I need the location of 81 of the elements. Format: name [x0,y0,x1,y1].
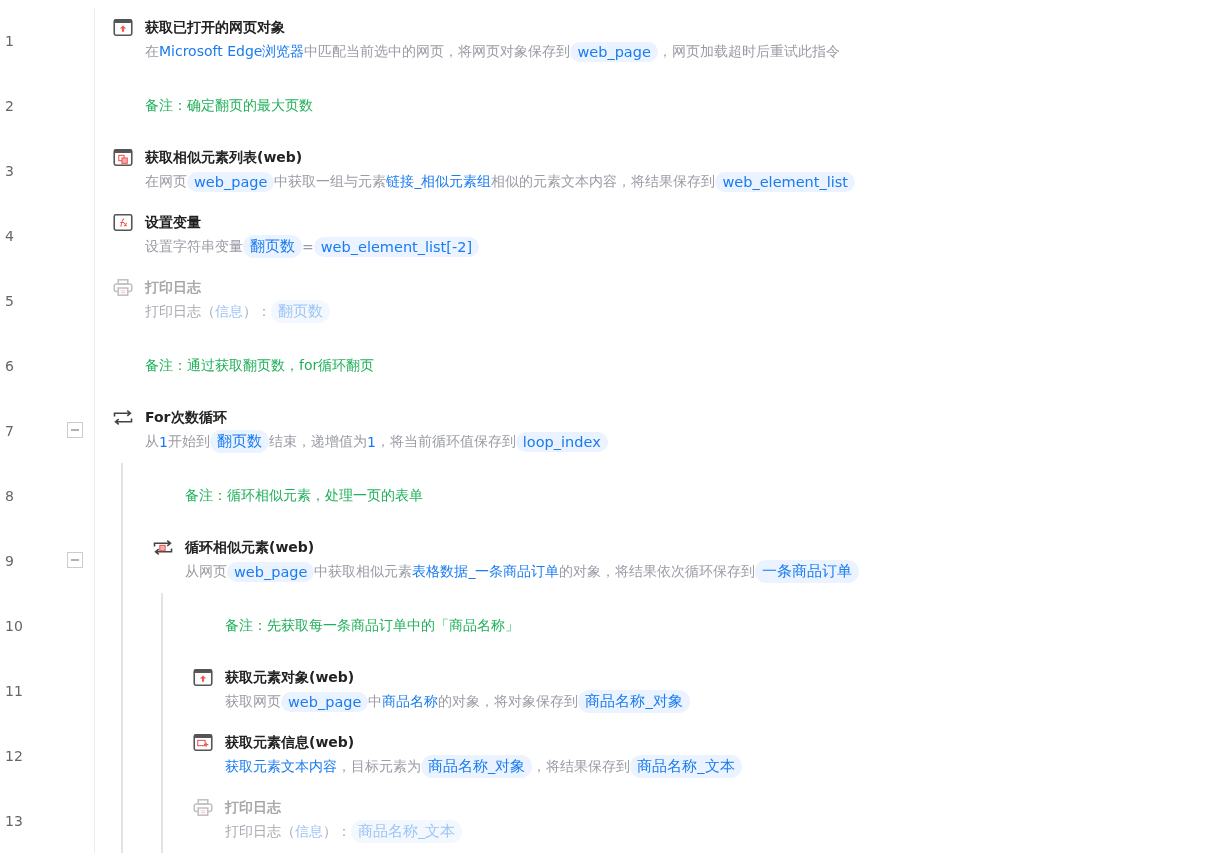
line-number: 3 [5,162,14,179]
printer-icon [113,279,133,296]
description-text: 在 [145,42,159,61]
description-text: = [302,238,314,255]
parameter-link[interactable]: 链接_相似元素组 [386,172,492,191]
step-title: 获取已打开的网页对象 [145,18,285,37]
line-number: 5 [5,292,14,309]
description-text: 中匹配当前选中的网页，将网页对象保存到 [304,42,571,61]
description-text: 的对象，将结果依次循环保存到 [559,562,756,581]
line-number: 6 [5,357,14,374]
description-text: ）： [323,822,351,841]
variable-tag[interactable]: 商品名称_文本 [630,755,742,778]
browser-window-icon [193,669,213,686]
description-text: 相似的元素文本内容，将结果保存到 [491,172,716,191]
line-number: 12 [5,747,23,764]
description-text: ）： [243,302,271,321]
step-title: 获取元素对象(web) [225,668,355,687]
description-text: 打印日志（ [145,302,215,321]
step-title: 打印日志 [145,278,201,297]
window-squares-icon [113,149,133,166]
description-text: 从 [145,432,159,451]
description-text: ，网页加载超时后重试此指令 [657,42,840,61]
line-number: 11 [5,682,23,699]
description-text: 中 [368,692,383,711]
loop-arrows-icon [113,409,133,426]
parameter-link[interactable]: 1 [159,433,168,450]
comment-text: 备注：先获取每一条商品订单中的「商品名称」 [224,616,519,635]
browser-window-icon [113,19,133,36]
description-text: 设置字符串变量 [145,237,243,256]
comment-text: 备注：通过获取翻页数，for循环翻页 [144,356,375,375]
parameter-link[interactable]: Microsoft Edge浏览器 [159,42,305,61]
description-text: 中获取相似元素 [314,562,413,581]
line-number: 2 [5,97,14,114]
description-text: 在网页 [145,172,187,191]
description-text: 打印日志（ [225,822,295,841]
line-number: 9 [5,552,14,569]
description-text: 从网页 [185,562,227,581]
variable-tag[interactable]: 翻页数 [243,235,302,258]
variable-tag[interactable]: web_element_list[-2] [313,236,480,257]
description-text: 中获取一组与元素 [274,172,387,191]
step-title: For次数循环 [145,408,227,427]
comment-text: 备注：循环相似元素，处理一页的表单 [184,486,423,505]
comment-text: 备注：确定翻页的最大页数 [144,96,313,115]
step-title: 设置变量 [145,213,201,232]
line-number: 7 [5,422,14,439]
variable-tag[interactable]: 商品名称_对象 [421,755,533,778]
step-title: 获取相似元素列表(web) [145,148,303,167]
parameter-link[interactable]: 获取元素文本内容 [225,757,337,776]
variable-tag[interactable]: web_page [227,561,315,582]
step-title: 循环相似元素(web) [185,538,315,557]
variable-tag[interactable]: web_page [187,171,275,192]
variable-tag[interactable]: 翻页数 [209,430,269,453]
line-number: 13 [5,812,23,829]
step-title: 获取元素信息(web) [225,733,355,752]
variable-tag[interactable]: web_element_list [715,171,856,192]
printer-icon [193,799,213,816]
description-text: 结束，递增值为 [268,432,367,451]
line-number: 8 [5,487,14,504]
parameter-link[interactable]: 商品名称 [382,692,439,711]
variable-tag[interactable]: 一条商品订单 [755,560,860,583]
description-text: ，将结果保存到 [532,757,631,776]
line-number: 1 [5,32,14,49]
parameter-link[interactable]: 1 [366,433,376,450]
collapse-button[interactable] [67,552,83,568]
description-text: ，目标元素为 [337,757,421,776]
parameter-link[interactable]: 表格数据_一条商品订单 [412,562,560,581]
line-number: 4 [5,227,14,244]
step-title: 打印日志 [225,798,281,817]
variable-tag[interactable]: 商品名称_对象 [578,690,690,713]
variable-tag[interactable]: loop_index [515,431,608,452]
loop-arrows-icon [153,539,173,556]
description-text: 开始到 [167,432,210,451]
variable-tag[interactable]: web_page [570,41,658,62]
description-text: 获取网页 [225,692,281,711]
variable-tag[interactable]: web_page [281,691,369,712]
browser-window-icon [193,734,213,751]
function-icon [113,214,133,231]
description-text: ，将当前循环值保存到 [375,432,516,451]
description-text: 的对象，将对象保存到 [438,692,579,711]
line-number: 10 [5,617,23,634]
collapse-button[interactable] [67,422,83,438]
